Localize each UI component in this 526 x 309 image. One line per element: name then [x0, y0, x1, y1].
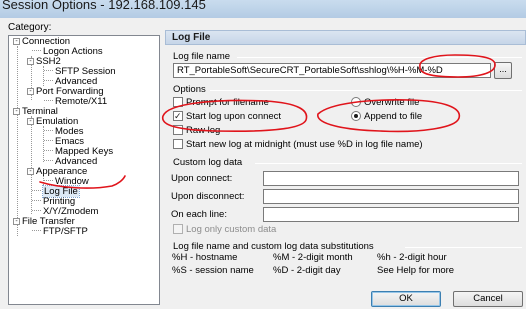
group-divider	[405, 247, 522, 248]
ok-button[interactable]: OK	[371, 291, 441, 307]
checkbox-label: Start log upon connect	[186, 111, 282, 122]
upon-disconnect-input[interactable]	[263, 189, 519, 204]
window-title: Session Options - 192.168.109.145	[2, 0, 206, 12]
upon-connect-input[interactable]	[263, 171, 519, 186]
substitutions-label: Log file name and custom log data substi…	[173, 241, 374, 252]
start-log-upon-connect-checkbox[interactable]: Start log upon connect	[173, 111, 281, 122]
collapse-icon[interactable]: -	[27, 118, 34, 125]
tree-guide-line	[17, 46, 18, 236]
on-each-line-input[interactable]	[263, 207, 519, 222]
browse-button[interactable]: ...	[494, 62, 512, 79]
start-new-log-midnight-checkbox[interactable]: Start new log at midnight (must use %D i…	[173, 139, 423, 150]
checkbox-box[interactable]	[173, 139, 183, 149]
tree-connector	[32, 50, 41, 51]
group-divider	[237, 57, 522, 58]
log-only-custom-data-checkbox[interactable]: Log only custom data	[173, 224, 276, 235]
radio-label: Append to file	[364, 111, 423, 122]
subst-session-name: %S - session name	[172, 265, 254, 276]
radio-circle[interactable]	[351, 111, 361, 121]
on-each-line-label: On each line:	[171, 209, 227, 220]
collapse-icon[interactable]: -	[27, 168, 34, 175]
custom-log-data-label: Custom log data	[173, 157, 243, 168]
collapse-icon[interactable]: -	[13, 218, 20, 225]
tree-item-label: Remote/X11	[55, 96, 108, 107]
tree-connector	[44, 130, 53, 131]
options-label: Options	[173, 84, 206, 95]
tree-item-label: FTP/SFTP	[43, 226, 88, 237]
panel-header: Log File	[165, 30, 526, 45]
tree-connector	[44, 70, 53, 71]
tree-connector	[44, 160, 53, 161]
append-to-file-radio[interactable]: Append to file	[351, 111, 422, 122]
collapse-icon[interactable]: -	[27, 58, 34, 65]
cancel-button[interactable]: Cancel	[453, 291, 523, 307]
category-tree[interactable]: - Connection Logon Actions - SSH2 SFTP Ses…	[8, 35, 160, 305]
tree-connector	[32, 190, 41, 191]
tree-connector	[32, 230, 41, 231]
checkbox-label: Raw log	[186, 125, 221, 136]
tree-connector	[44, 140, 53, 141]
subst-hostname: %H - hostname	[172, 252, 238, 263]
log-file-panel: Log File Log file name RT_PortableSoft\S…	[165, 30, 526, 309]
prompt-for-filename-checkbox[interactable]: Prompt for filename	[173, 97, 269, 108]
checkbox-label: Log only custom data	[186, 224, 277, 235]
upon-disconnect-label: Upon disconnect:	[171, 191, 245, 202]
collapse-icon[interactable]: -	[13, 38, 20, 45]
collapse-icon[interactable]: -	[13, 108, 20, 115]
checkbox-box[interactable]	[173, 97, 183, 107]
tree-connector	[44, 180, 53, 181]
checkbox-label: Prompt for filename	[186, 97, 269, 108]
checkbox-label: Start new log at midnight (must use %D i…	[186, 139, 423, 150]
radio-circle[interactable]	[351, 97, 361, 107]
subst-day: %D - 2-digit day	[273, 265, 341, 276]
checkbox-box[interactable]	[173, 224, 183, 234]
upon-connect-label: Upon connect:	[171, 173, 233, 184]
title-bar[interactable]: Session Options - 192.168.109.145	[0, 0, 526, 18]
tree-item-ftp-sftp[interactable]: FTP/SFTP	[32, 227, 88, 237]
collapse-icon[interactable]: -	[27, 88, 34, 95]
group-divider	[255, 163, 522, 164]
category-label: Category:	[8, 22, 52, 33]
tree-connector	[32, 210, 41, 211]
tree-connector	[44, 150, 53, 151]
log-file-name-label: Log file name	[173, 51, 231, 62]
checkbox-box[interactable]	[173, 111, 183, 121]
subst-hour: %h - 2-digit hour	[377, 252, 447, 263]
subst-help: See Help for more	[377, 265, 455, 276]
raw-log-checkbox[interactable]: Raw log	[173, 125, 220, 136]
subst-month: %M - 2-digit month	[273, 252, 353, 263]
overwrite-file-radio[interactable]: Overwrite file	[351, 97, 419, 108]
log-file-name-input[interactable]: RT_PortableSoft\SecureCRT_PortableSoft\s…	[173, 63, 491, 78]
radio-label: Overwrite file	[364, 97, 420, 108]
tree-connector	[44, 100, 53, 101]
tree-connector	[32, 200, 41, 201]
checkbox-box[interactable]	[173, 125, 183, 135]
tree-connector	[44, 80, 53, 81]
group-divider	[210, 90, 522, 91]
